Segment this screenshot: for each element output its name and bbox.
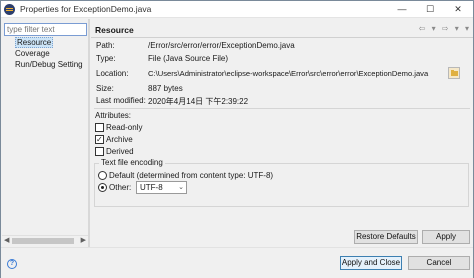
path-value: /Error/src/error/error/ExceptionDemo.jav… bbox=[148, 41, 295, 50]
modified-row: Last modified: 2020年4月14日 下午2:39:22 bbox=[1, 96, 474, 107]
location-value: C:\Users\Administrator\eclipse-workspace… bbox=[148, 69, 429, 78]
path-row: Path: /Error/src/error/error/ExceptionDe… bbox=[1, 41, 474, 52]
window-title: Properties for ExceptionDemo.java bbox=[20, 4, 152, 14]
modified-value: 2020年4月14日 下午2:39:22 bbox=[148, 97, 249, 106]
scroll-left-icon[interactable]: ◀ bbox=[4, 236, 9, 246]
archive-label: Archive bbox=[106, 135, 133, 144]
filter-input[interactable] bbox=[4, 23, 87, 36]
archive-checkbox[interactable] bbox=[95, 135, 104, 144]
size-row: Size: 887 bytes bbox=[1, 84, 474, 95]
page-header: Resource ⇦ ▾ ⇨ ▾ ▾ bbox=[91, 21, 473, 38]
default-encoding-radio[interactable] bbox=[98, 171, 107, 180]
title-bar: Properties for ExceptionDemo.java — ☐ ✕ bbox=[1, 1, 473, 18]
encoding-select[interactable]: UTF-8 ⌄ bbox=[136, 181, 187, 194]
location-row: Location: C:\Users\Administrator\eclipse… bbox=[1, 69, 474, 80]
cancel-button[interactable]: Cancel bbox=[408, 256, 470, 270]
scroll-right-icon[interactable]: ▶ bbox=[81, 236, 86, 246]
derived-checkbox[interactable] bbox=[95, 147, 104, 156]
chevron-down-icon: ⌄ bbox=[178, 184, 184, 191]
history-nav-icons[interactable]: ⇦ ▾ ⇨ ▾ ▾ bbox=[419, 24, 471, 33]
type-label: Type: bbox=[96, 54, 116, 63]
restore-defaults-button[interactable]: Restore Defaults bbox=[354, 230, 418, 244]
scrollbar-thumb[interactable] bbox=[12, 238, 74, 244]
path-label: Path: bbox=[96, 41, 115, 50]
location-label: Location: bbox=[96, 69, 129, 78]
page-title: Resource bbox=[95, 25, 134, 35]
read-only-label: Read-only bbox=[106, 123, 143, 132]
other-encoding-radio[interactable] bbox=[98, 183, 107, 192]
type-value: File (Java Source File) bbox=[148, 54, 229, 63]
separator bbox=[94, 108, 470, 109]
dialog-button-bar bbox=[1, 247, 473, 278]
eclipse-icon bbox=[4, 4, 15, 15]
apply-and-close-button[interactable]: Apply and Close bbox=[340, 256, 402, 270]
encoding-group-title: Text file encoding bbox=[99, 158, 165, 167]
tree-horizontal-scrollbar[interactable]: ◀ ▶ bbox=[2, 235, 88, 245]
encoding-select-value: UTF-8 bbox=[140, 183, 163, 192]
type-row: Type: File (Java Source File) bbox=[1, 54, 474, 65]
size-value: 887 bytes bbox=[148, 84, 183, 93]
default-encoding-label: Default (determined from content type: U… bbox=[109, 171, 274, 180]
show-in-explorer-icon[interactable] bbox=[448, 67, 460, 79]
properties-dialog: Properties for ExceptionDemo.java — ☐ ✕ … bbox=[0, 0, 474, 278]
close-button[interactable]: ✕ bbox=[443, 1, 473, 18]
attributes-heading: Attributes: bbox=[95, 111, 132, 120]
modified-label: Last modified: bbox=[96, 96, 146, 105]
apply-button[interactable]: Apply bbox=[422, 230, 470, 244]
minimize-button[interactable]: — bbox=[387, 1, 417, 18]
size-label: Size: bbox=[96, 84, 114, 93]
derived-label: Derived bbox=[106, 147, 134, 156]
maximize-button[interactable]: ☐ bbox=[415, 1, 445, 18]
read-only-checkbox[interactable] bbox=[95, 123, 104, 132]
help-icon[interactable]: ? bbox=[7, 259, 17, 269]
other-encoding-label: Other: bbox=[109, 183, 132, 192]
